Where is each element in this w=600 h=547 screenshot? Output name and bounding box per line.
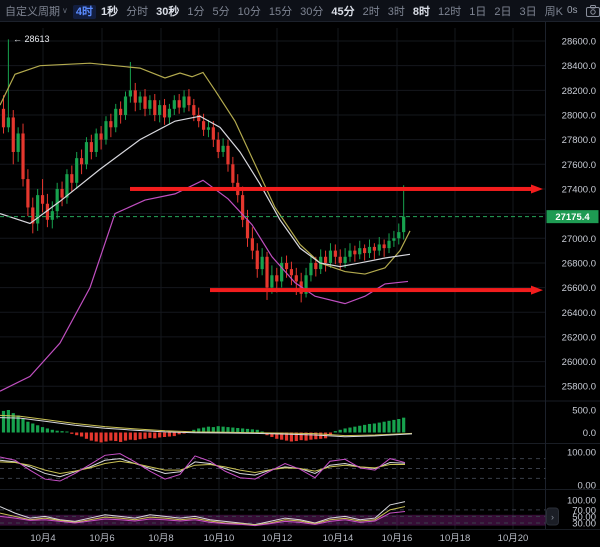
chart-canvas[interactable]: 10月4 10月6 10月8 10月10 10月12 10月14 10月16 10月18 10月… <box>0 22 600 547</box>
panel3-axis-label: 0.00 <box>578 481 597 492</box>
period-item-30秒[interactable]: 30秒 <box>153 5 182 19</box>
boll-lower <box>0 180 408 391</box>
screenshot-camera-icon[interactable] <box>586 4 600 18</box>
panel2-axis-label: 0.0 <box>583 428 596 439</box>
period-item-3日[interactable]: 3日 <box>516 5 539 19</box>
price-axis-label: 27000.0 <box>562 234 596 245</box>
price-axis-label: 28000.0 <box>562 110 596 121</box>
price-axis-label: 28200.0 <box>562 86 596 97</box>
time-axis-label: 10月6 <box>89 533 114 544</box>
price-axis-label: 26000.0 <box>562 357 596 368</box>
high-price-annotation: ← 28613 <box>13 34 50 44</box>
period-item-2日[interactable]: 2日 <box>491 5 514 19</box>
period-item-15分[interactable]: 15分 <box>266 5 295 19</box>
price-axis-label: 27800.0 <box>562 135 596 146</box>
period-item-30分[interactable]: 30分 <box>297 5 326 19</box>
trend-arrow-line[interactable] <box>130 187 533 191</box>
period-toolbar: 自定义周期 ∨ 4时1秒分时30秒1分5分10分15分30分45分2时3时8时1… <box>0 3 567 19</box>
chevron-down-icon: ∨ <box>62 6 68 15</box>
time-axis-label: 10月20 <box>498 533 529 544</box>
price-axis-label: 26800.0 <box>562 258 596 269</box>
period-item-2时[interactable]: 2时 <box>360 5 383 19</box>
period-item-45分[interactable]: 45分 <box>328 5 357 19</box>
time-axis-label: 10月16 <box>382 533 413 544</box>
period-item-5分[interactable]: 5分 <box>209 5 232 19</box>
countdown-timer: 0s <box>567 5 578 16</box>
period-items: 4时1秒分时30秒1分5分10分15分30分45分2时3时8时12时1日2日3日… <box>72 3 567 19</box>
custom-period-dropdown[interactable]: 自定义周期 ∨ <box>5 3 68 19</box>
panel4-axis-label: 30.00 <box>572 519 596 530</box>
time-axis-label: 10月8 <box>148 533 173 544</box>
trend-arrow-line[interactable] <box>210 288 533 292</box>
price-axis-label: 26600.0 <box>562 283 596 294</box>
period-item-3时[interactable]: 3时 <box>385 5 408 19</box>
custom-period-label: 自定义周期 <box>5 3 60 19</box>
period-item-周K[interactable]: 周K <box>542 5 566 19</box>
period-item-1秒[interactable]: 1秒 <box>98 5 121 19</box>
price-axis-label: 28400.0 <box>562 61 596 72</box>
period-item-1日[interactable]: 1日 <box>466 5 489 19</box>
arrow-head-icon <box>531 184 543 193</box>
time-axis-label: 10月18 <box>440 533 471 544</box>
time-axis-label: 10月12 <box>262 533 293 544</box>
time-axis-label: 10月14 <box>323 533 354 544</box>
chevron-right-icon: › <box>551 512 554 522</box>
price-axis-label: 26200.0 <box>562 332 596 343</box>
price-axis-label: 26400.0 <box>562 308 596 319</box>
last-price-label: 27175.4 <box>555 212 590 223</box>
price-axis-label: 27600.0 <box>562 160 596 171</box>
chart-toolbar: 自定义周期 ∨ 4时1秒分时30秒1分5分10分15分30分45分2时3时8时1… <box>0 0 600 22</box>
panel2-axis-label: 500.0 <box>572 406 596 417</box>
price-axis-label: 25800.0 <box>562 382 596 393</box>
arrow-head-icon <box>531 286 543 295</box>
time-axis-label: 10月4 <box>30 533 55 544</box>
price-axis-label: 27400.0 <box>562 184 596 195</box>
time-axis-label: 10月10 <box>204 533 235 544</box>
boll-upper <box>0 63 410 274</box>
period-item-1分[interactable]: 1分 <box>184 5 207 19</box>
period-item-分时[interactable]: 分时 <box>123 5 151 19</box>
period-item-4时[interactable]: 4时 <box>73 5 96 19</box>
period-item-8时[interactable]: 8时 <box>410 5 433 19</box>
period-item-10分[interactable]: 10分 <box>235 5 264 19</box>
panel3-axis-label: 100.00 <box>567 448 596 459</box>
trading-app-window: 自定义周期 ∨ 4时1秒分时30秒1分5分10分15分30分45分2时3时8时1… <box>0 0 600 547</box>
price-axis-label: 28600.0 <box>562 37 596 48</box>
period-item-12时[interactable]: 12时 <box>435 5 464 19</box>
